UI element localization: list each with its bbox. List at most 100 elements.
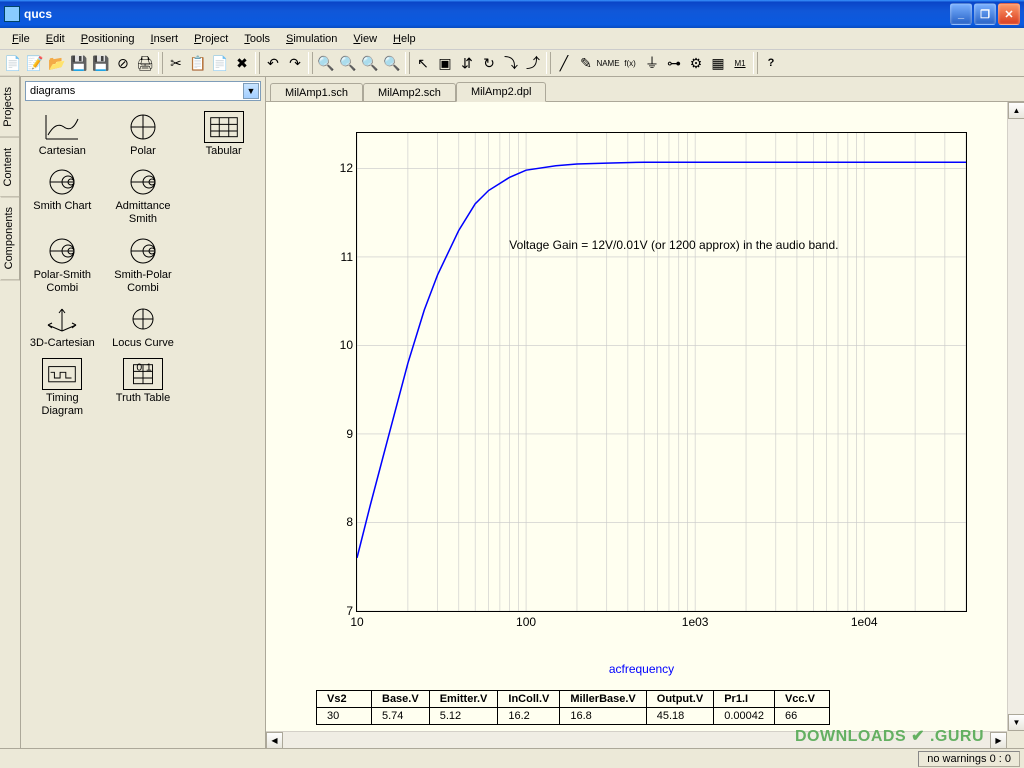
diagram-timing[interactable]: Timing Diagram xyxy=(23,356,102,420)
equation-button[interactable]: f(x) xyxy=(619,52,641,74)
titlebar: qucs _ ❐ ✕ xyxy=(0,0,1024,28)
table-cell: 66 xyxy=(774,708,829,725)
diagram-label: 3D-Cartesian xyxy=(30,337,95,350)
select-button[interactable]: ↖ xyxy=(412,52,434,74)
menu-edit[interactable]: Edit xyxy=(38,31,73,47)
new-file-button[interactable]: 📄 xyxy=(2,52,24,74)
horizontal-scrollbar[interactable]: ◀ ▶ xyxy=(266,731,1007,748)
menu-view[interactable]: View xyxy=(345,31,385,47)
doc-tab-MilAmp1-sch[interactable]: MilAmp1.sch xyxy=(270,83,363,102)
scroll-left-button[interactable]: ◀ xyxy=(266,732,283,748)
smith-icon xyxy=(42,166,82,198)
redo-button[interactable]: ↷ xyxy=(284,52,306,74)
table-row: 305.745.1216.216.845.180.0004266 xyxy=(317,708,830,725)
paste-button[interactable]: 📄 xyxy=(209,52,231,74)
3d-icon xyxy=(42,303,82,335)
polar-smith-icon xyxy=(42,235,82,267)
maximize-button[interactable]: ❐ xyxy=(974,3,996,25)
side-tab-components[interactable]: Components xyxy=(0,196,20,280)
diagram-label: Locus Curve xyxy=(112,337,174,350)
menu-insert[interactable]: Insert xyxy=(143,31,187,47)
y-tick: 12 xyxy=(340,161,353,175)
into-hierarchy-button[interactable]: ⤵ xyxy=(500,52,522,74)
port-button[interactable]: ⊶ xyxy=(663,52,685,74)
deactivate-button[interactable]: ▣ xyxy=(434,52,456,74)
new-text-button[interactable]: 📝 xyxy=(24,52,46,74)
diagram-label: Cartesian xyxy=(39,145,86,158)
diagram-smith-polar[interactable]: Smith-Polar Combi xyxy=(104,233,183,297)
table-cell: 45.18 xyxy=(646,708,713,725)
side-tab-content[interactable]: Content xyxy=(0,137,20,198)
diagram-3d[interactable]: 3D-Cartesian xyxy=(23,301,102,352)
name-button[interactable]: NAME xyxy=(597,52,619,74)
diagram-locus[interactable]: Locus Curve xyxy=(104,301,183,352)
table-header: Emitter.V xyxy=(429,691,498,708)
delete-button[interactable]: ✖ xyxy=(231,52,253,74)
close-button[interactable]: ✕ xyxy=(998,3,1020,25)
menu-positioning[interactable]: Positioning xyxy=(73,31,143,47)
document-tabs: MilAmp1.schMilAmp2.schMilAmp2.dpl xyxy=(266,77,1024,101)
table-header: Vcc.V xyxy=(774,691,829,708)
mirror-button[interactable]: ⇵ xyxy=(456,52,478,74)
save-button[interactable]: 💾 xyxy=(68,52,90,74)
doc-tab-MilAmp2-dpl[interactable]: MilAmp2.dpl xyxy=(456,82,547,102)
rotate-button[interactable]: ↻ xyxy=(478,52,500,74)
smith-polar-icon xyxy=(123,235,163,267)
menu-project[interactable]: Project xyxy=(186,31,236,47)
help-button[interactable]: ? xyxy=(760,52,782,74)
open-button[interactable]: 📂 xyxy=(46,52,68,74)
wire-button[interactable]: ╱ xyxy=(553,52,575,74)
diagram-tabular[interactable]: Tabular xyxy=(184,109,263,160)
diagram-label: Smith Chart xyxy=(33,200,91,213)
minimize-button[interactable]: _ xyxy=(950,3,972,25)
svg-text:1: 1 xyxy=(146,362,152,373)
scroll-right-button[interactable]: ▶ xyxy=(990,732,1007,748)
ground-button[interactable]: ⏚ xyxy=(641,52,663,74)
schematic-canvas[interactable]: Voltage Gain = 12V/0.01V (or 1200 approx… xyxy=(266,102,1007,731)
menu-file[interactable]: File xyxy=(4,31,38,47)
zoom-in-button[interactable]: 🔍 xyxy=(359,52,381,74)
zoom-reset-button[interactable]: 🔍 xyxy=(337,52,359,74)
y-tick: 11 xyxy=(341,250,353,264)
zoom-out-button[interactable]: 🔍 xyxy=(381,52,403,74)
marker-button[interactable]: M1 xyxy=(729,52,751,74)
side-tab-projects[interactable]: Projects xyxy=(0,76,20,138)
status-warnings: no warnings 0 : 0 xyxy=(918,751,1020,767)
toolbar: 📄 📝 📂 💾 💾 ⊘ 🖨 ✂ 📋 📄 ✖ ↶ ↷ 🔍 🔍 🔍 🔍 ↖ ▣ ⇵ … xyxy=(0,50,1024,77)
diagram-cartesian[interactable]: Cartesian xyxy=(23,109,102,160)
category-dropdown[interactable]: diagrams ▼ xyxy=(25,81,261,101)
timing-icon xyxy=(42,358,82,390)
diagram-label: Polar-Smith Combi xyxy=(25,269,100,295)
table-header: InColl.V xyxy=(498,691,560,708)
x-tick: 1e04 xyxy=(851,615,878,629)
diagram-truth[interactable]: 01Truth Table xyxy=(104,356,183,420)
locus-icon xyxy=(123,303,163,335)
dropdown-arrow-icon: ▼ xyxy=(243,83,259,99)
doc-tab-MilAmp2-sch[interactable]: MilAmp2.sch xyxy=(363,83,456,102)
svg-text:0: 0 xyxy=(136,362,142,373)
print-button[interactable]: 🖨 xyxy=(134,52,156,74)
pop-hierarchy-button[interactable]: ⤴ xyxy=(522,52,544,74)
save-all-button[interactable]: 💾 xyxy=(90,52,112,74)
menu-simulation[interactable]: Simulation xyxy=(278,31,345,47)
scroll-down-button[interactable]: ▼ xyxy=(1008,714,1024,731)
cut-button[interactable]: ✂ xyxy=(165,52,187,74)
diagram-polar-smith[interactable]: Polar-Smith Combi xyxy=(23,233,102,297)
diagram-admittance[interactable]: Admittance Smith xyxy=(104,164,183,228)
window-title: qucs xyxy=(24,7,948,21)
diagram-polar[interactable]: Polar xyxy=(104,109,183,160)
diagram-smith[interactable]: Smith Chart xyxy=(23,164,102,228)
scroll-up-button[interactable]: ▲ xyxy=(1008,102,1024,119)
copy-button[interactable]: 📋 xyxy=(187,52,209,74)
show-data-button[interactable]: ▦ xyxy=(707,52,729,74)
zoom-fit-button[interactable]: 🔍 xyxy=(315,52,337,74)
undo-button[interactable]: ↶ xyxy=(262,52,284,74)
menubar: FileEditPositioningInsertProjectToolsSim… xyxy=(0,28,1024,50)
menu-tools[interactable]: Tools xyxy=(236,31,278,47)
wire-label-button[interactable]: ✎ xyxy=(575,52,597,74)
diagram-label: Admittance Smith xyxy=(106,200,181,226)
menu-help[interactable]: Help xyxy=(385,31,424,47)
simulate-button[interactable]: ⚙ xyxy=(685,52,707,74)
close-file-button[interactable]: ⊘ xyxy=(112,52,134,74)
vertical-scrollbar[interactable]: ▲ ▼ xyxy=(1007,102,1024,731)
